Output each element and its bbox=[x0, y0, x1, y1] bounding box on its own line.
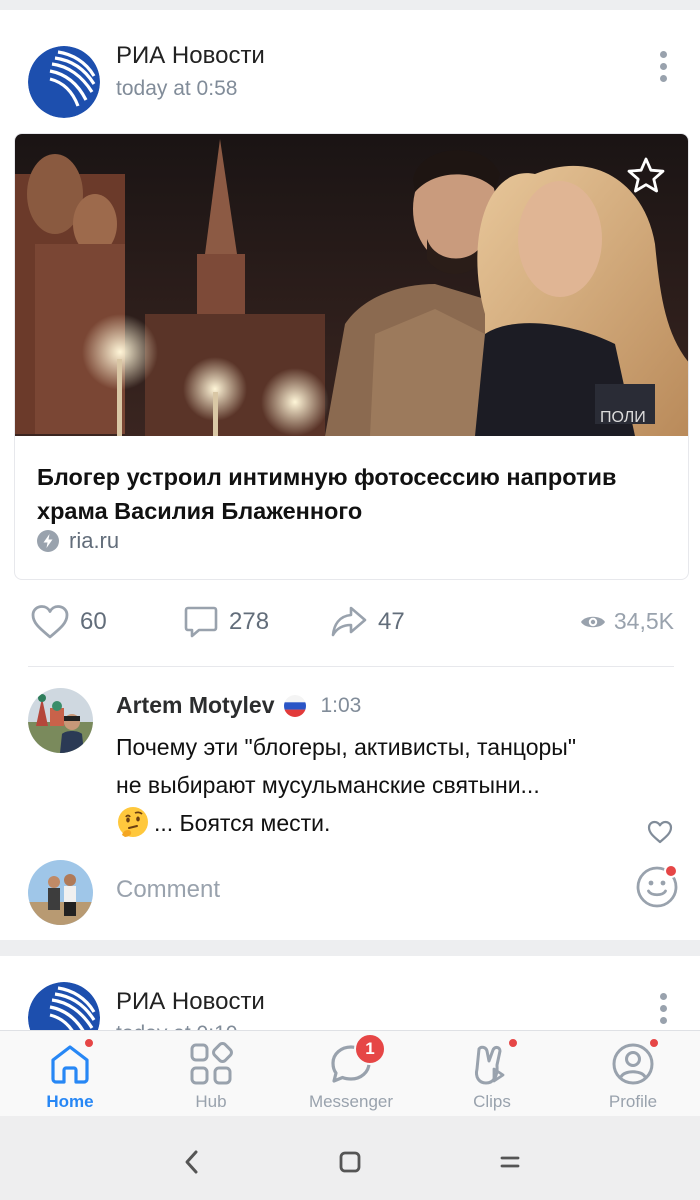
tab-hub[interactable]: Hub bbox=[146, 1031, 276, 1117]
divider bbox=[28, 666, 674, 667]
post-more-button[interactable] bbox=[648, 46, 678, 86]
ria-novosti-avatar[interactable] bbox=[28, 46, 100, 118]
link-card-source: ria.ru bbox=[37, 528, 119, 554]
share-icon bbox=[331, 606, 367, 637]
unread-badge: 1 bbox=[354, 1033, 386, 1065]
recents-lines-icon[interactable] bbox=[490, 1142, 530, 1182]
top-comment: Artem Motylev 1:03 Почему эти "блогеры, … bbox=[0, 680, 700, 850]
post-actions: 60 278 47 34,5K bbox=[0, 600, 700, 650]
bottom-tab-bar: Home Hub 1 Messenger Clips Profile bbox=[0, 1030, 700, 1116]
lightning-icon bbox=[37, 530, 59, 552]
comment-timestamp: 1:03 bbox=[320, 693, 362, 717]
feed-post: РИА Новости today at 0:58 ПОЛИ Блогер ус… bbox=[0, 10, 700, 940]
post-author-name[interactable]: РИА Новости bbox=[116, 42, 265, 70]
notification-dot bbox=[648, 1037, 660, 1049]
comment-input-field[interactable]: Comment bbox=[116, 876, 220, 904]
post-timestamp: today at 0:10 bbox=[116, 1022, 237, 1030]
comment-text: Почему эти "блогеры, активисты, танцоры"… bbox=[116, 728, 656, 842]
link-source-domain: ria.ru bbox=[69, 528, 120, 553]
tab-label: Profile bbox=[608, 1092, 658, 1111]
tab-label: Clips bbox=[473, 1092, 511, 1111]
comment-author-row: Artem Motylev 1:03 bbox=[116, 692, 361, 719]
tab-profile[interactable]: Profile bbox=[568, 1031, 698, 1117]
notification-dot bbox=[83, 1037, 95, 1049]
notification-dot bbox=[507, 1037, 519, 1049]
commenter-avatar[interactable] bbox=[28, 688, 93, 753]
post-header: РИА Новости today at 0:10 bbox=[0, 956, 700, 1030]
like-count: 60 bbox=[80, 608, 107, 635]
comment-like-heart-icon[interactable] bbox=[646, 818, 674, 846]
feed-post: РИА Новости today at 0:10 bbox=[0, 956, 700, 1030]
view-count: 34,5K bbox=[613, 608, 674, 634]
share-count: 47 bbox=[378, 608, 405, 635]
my-avatar bbox=[28, 860, 93, 925]
heart-icon bbox=[31, 605, 69, 639]
system-navigation-bar bbox=[0, 1116, 700, 1200]
svg-text:ПОЛИ: ПОЛИ bbox=[600, 409, 646, 426]
share-button[interactable]: 47 bbox=[330, 604, 405, 640]
comment-line: не выбирают мусульманские святыни... bbox=[116, 772, 540, 798]
post-more-button[interactable] bbox=[648, 988, 678, 1028]
comment-line-end: ... Боятся мести. bbox=[154, 810, 331, 836]
comment-input-row: Comment bbox=[0, 858, 700, 928]
link-card-title[interactable]: Блогер устроил интимную фотосессию напро… bbox=[37, 460, 677, 528]
comment-count: 278 bbox=[229, 608, 270, 635]
eye-icon bbox=[580, 616, 605, 627]
tab-label: Hub bbox=[195, 1092, 227, 1111]
comment-author-name[interactable]: Artem Motylev bbox=[116, 692, 274, 719]
post-author-name[interactable]: РИА Новости bbox=[116, 988, 265, 1016]
link-card-photo: ПОЛИ bbox=[15, 134, 688, 436]
comment-icon bbox=[184, 606, 218, 638]
emoji-smile-icon[interactable] bbox=[634, 864, 680, 910]
hub-icon bbox=[190, 1042, 233, 1085]
tab-home[interactable]: Home bbox=[5, 1031, 135, 1117]
comment-line-with-emoji: ... Боятся мести. bbox=[116, 804, 656, 842]
russia-flag-icon bbox=[284, 694, 307, 717]
tab-label: Messenger bbox=[308, 1092, 394, 1111]
tab-label: Home bbox=[46, 1092, 94, 1111]
ria-novosti-avatar[interactable] bbox=[28, 982, 100, 1030]
link-card[interactable]: ПОЛИ Блогер устроил интимную фотосессию … bbox=[14, 133, 689, 580]
post-timestamp: today at 0:58 bbox=[116, 77, 238, 100]
views-counter: 34,5K bbox=[580, 608, 674, 635]
back-chevron-icon[interactable] bbox=[172, 1142, 212, 1182]
thinking-face-icon bbox=[118, 807, 148, 837]
favorite-star-icon[interactable] bbox=[626, 156, 666, 196]
news-feed[interactable]: РИА Новости today at 0:58 ПОЛИ Блогер ус… bbox=[0, 0, 700, 1030]
home-square-icon[interactable] bbox=[330, 1142, 370, 1182]
post-header: РИА Новости today at 0:58 bbox=[0, 10, 700, 120]
like-button[interactable]: 60 bbox=[30, 604, 107, 640]
tab-clips[interactable]: Clips bbox=[427, 1031, 557, 1117]
tab-messenger[interactable]: 1 Messenger bbox=[286, 1031, 416, 1117]
comment-line: Почему эти "блогеры, активисты, танцоры" bbox=[116, 734, 576, 760]
comment-button[interactable]: 278 bbox=[183, 604, 269, 640]
